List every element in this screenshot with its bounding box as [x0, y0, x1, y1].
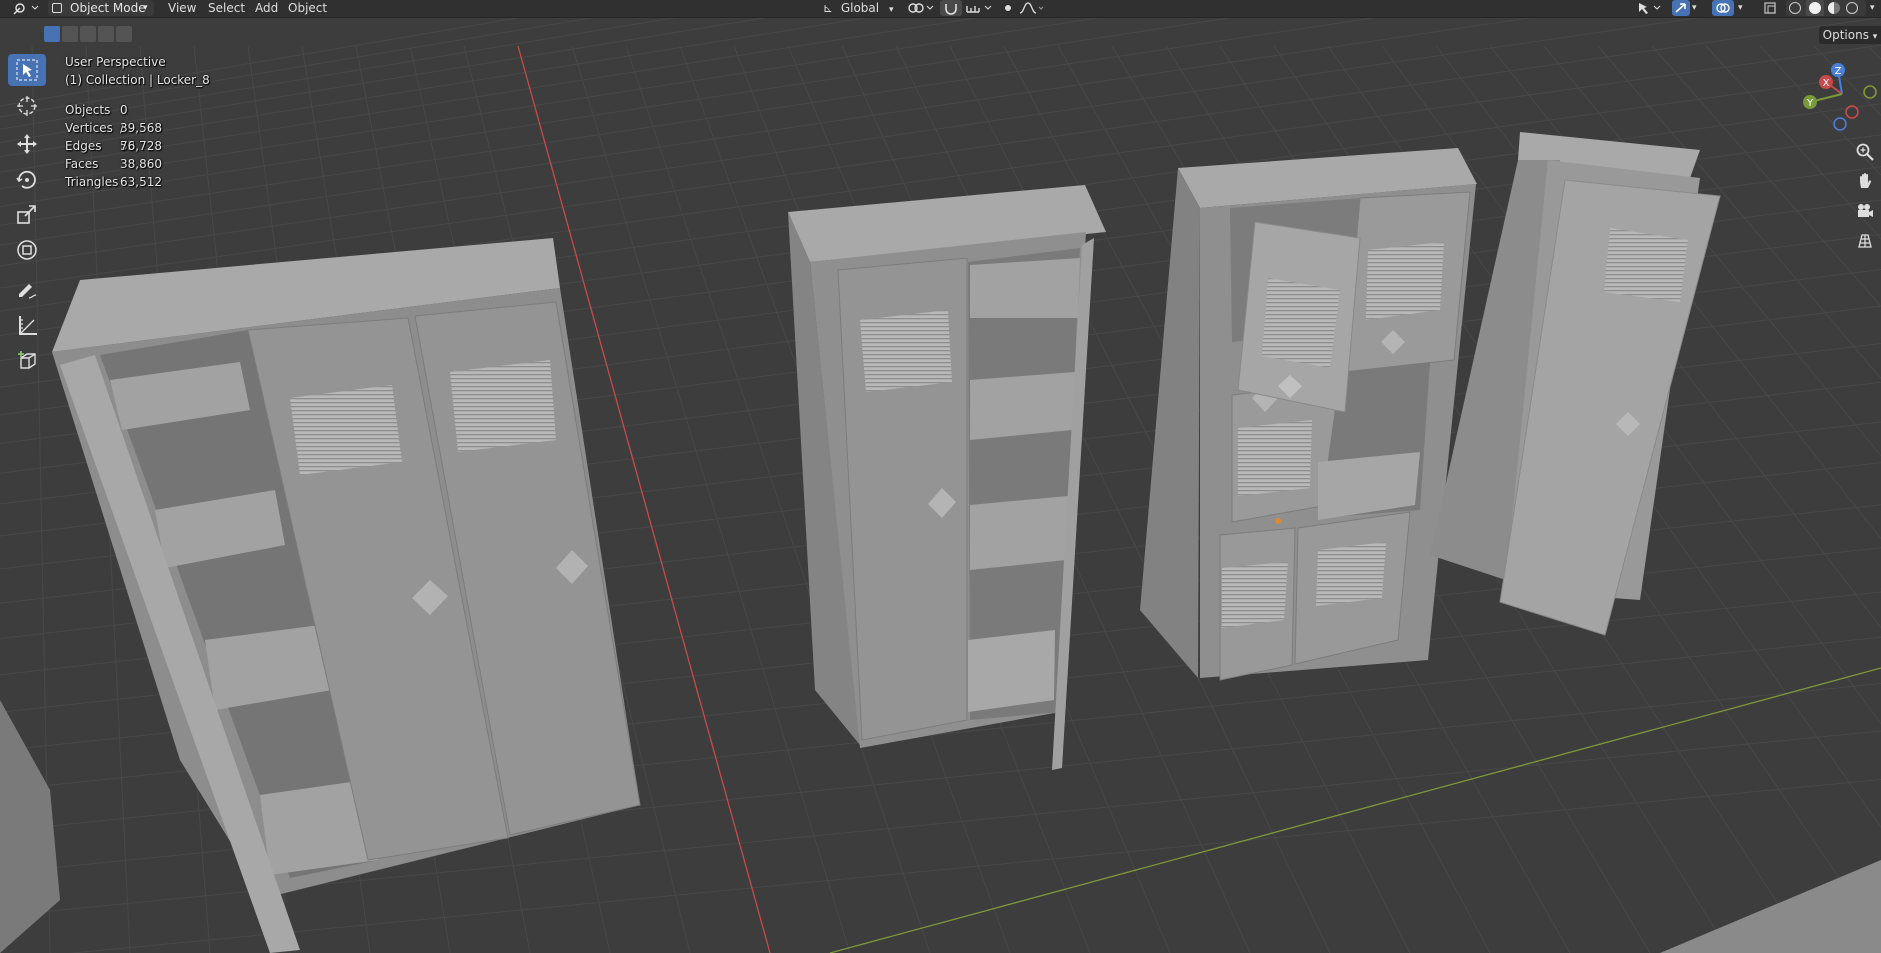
pencil-icon	[19, 284, 37, 299]
solid-shading-button[interactable]	[1806, 0, 1824, 16]
x-axis-label: X	[1823, 78, 1830, 89]
orientation-label: Global	[840, 1, 880, 15]
collection-label: (1) Collection | Locker_8	[65, 73, 210, 87]
material-shading-icon[interactable]	[1828, 2, 1840, 14]
neg-y-axis-handle[interactable]	[1863, 85, 1877, 99]
move-icon	[17, 134, 37, 154]
orientation-dropdown[interactable]: ⊾ Global ▾	[823, 0, 893, 17]
select-intersect-icon[interactable]	[116, 26, 132, 42]
ruler-icon	[19, 316, 37, 335]
select-new-icon[interactable]	[44, 26, 60, 42]
menu-add[interactable]: Add	[255, 0, 278, 17]
rotate-icon	[16, 170, 36, 189]
options-label: Options	[1822, 28, 1869, 42]
annotate-tool[interactable]	[8, 274, 46, 306]
visibility-icon[interactable]	[1636, 0, 1666, 17]
mode-dropdown[interactable]: Object Mode ▾	[48, 0, 154, 16]
shading-mode-group[interactable]	[1786, 0, 1866, 16]
options-dropdown[interactable]: Options ▾	[1819, 26, 1881, 44]
solid-shading-icon	[1809, 2, 1821, 14]
select-arrow-icon	[16, 59, 38, 81]
camera-icon	[1858, 204, 1873, 217]
cursor-tool[interactable]	[8, 90, 46, 122]
chevron-down-icon: ▾	[143, 3, 148, 13]
gizmo-toggle-icon[interactable]	[1672, 0, 1690, 16]
zoom-icon	[1856, 143, 1874, 161]
neg-x-axis-handle[interactable]	[1845, 105, 1859, 119]
add-cube-icon	[18, 351, 36, 369]
3d-viewport[interactable]	[0, 0, 1881, 953]
y-axis-label: Y	[1806, 98, 1814, 109]
grid-view-icon	[1858, 234, 1872, 248]
snap-toggle-icon[interactable]	[940, 0, 962, 16]
transform-icon	[17, 240, 37, 260]
wireframe-shading-icon[interactable]	[1789, 2, 1801, 14]
menu-object[interactable]: Object	[288, 0, 327, 17]
ortho-toggle-button[interactable]	[1853, 229, 1877, 253]
select-box-tool[interactable]	[8, 54, 46, 86]
move-tool[interactable]	[8, 128, 46, 160]
select-invert-icon[interactable]	[98, 26, 114, 42]
scale-tool[interactable]	[8, 198, 46, 230]
perspective-label: User Perspective	[65, 55, 166, 69]
zoom-button[interactable]	[1853, 140, 1877, 164]
chevron-down-icon: ▾	[888, 5, 894, 15]
rendered-shading-icon[interactable]	[1846, 2, 1858, 14]
add-cube-tool[interactable]	[8, 346, 46, 378]
menu-select[interactable]: Select	[208, 0, 245, 17]
snap-target-icon[interactable]	[964, 0, 994, 17]
chevron-down-icon: ▾	[1872, 32, 1878, 42]
rotate-tool[interactable]	[8, 164, 46, 196]
pan-button[interactable]	[1853, 169, 1877, 193]
viewport-header: Object Mode ▾ View Select Add Object ⊾ G…	[0, 0, 1881, 18]
editor-type-icon[interactable]	[12, 0, 40, 17]
pivot-icon[interactable]	[906, 0, 936, 17]
neg-z-axis-handle[interactable]	[1833, 117, 1847, 131]
proportional-edit-icon[interactable]	[1000, 0, 1044, 17]
orientation-icon: ⊾	[823, 1, 834, 15]
chevron-down-icon[interactable]: ▾	[1870, 0, 1875, 17]
locker-center-open[interactable]	[788, 185, 1106, 770]
navigation-gizmo[interactable]: Z X Y	[1794, 56, 1880, 136]
menu-view[interactable]: View	[168, 0, 196, 17]
chevron-down-icon[interactable]: ▾	[1692, 0, 1697, 17]
z-axis-label: Z	[1835, 66, 1842, 77]
cursor-icon	[17, 96, 37, 116]
pan-hand-icon	[1860, 173, 1872, 188]
mode-label: Object Mode	[70, 1, 146, 15]
transform-tool[interactable]	[8, 234, 46, 266]
xray-toggle-icon[interactable]	[1762, 0, 1778, 17]
locker-cabinet[interactable]	[1140, 148, 1477, 681]
measure-tool[interactable]	[8, 310, 46, 342]
chevron-down-icon[interactable]: ▾	[1738, 0, 1743, 17]
camera-view-button[interactable]	[1853, 199, 1877, 223]
scale-icon	[17, 205, 36, 224]
object-mode-icon	[52, 3, 62, 13]
select-subtract-icon[interactable]	[80, 26, 96, 42]
select-extend-icon[interactable]	[62, 26, 78, 42]
overlays-toggle-icon[interactable]	[1712, 0, 1734, 16]
